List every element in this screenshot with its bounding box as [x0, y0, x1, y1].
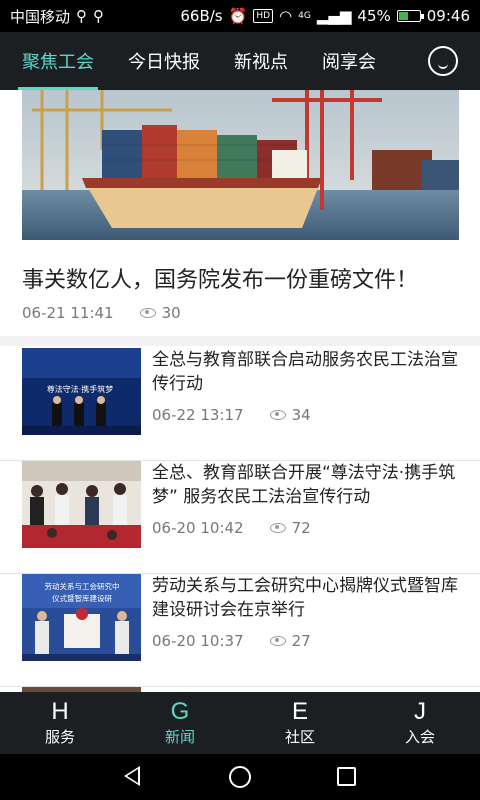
nav-news[interactable]: G 新闻 — [120, 692, 240, 754]
home-icon[interactable] — [229, 766, 251, 788]
nav-label: 社区 — [284, 727, 315, 746]
tab-new-view[interactable]: 新视点 — [234, 32, 288, 90]
recents-icon[interactable] — [337, 767, 356, 786]
news-icon: G — [170, 697, 190, 725]
news-thumbnail: 劳动关系与工会研究中 仪式暨智库建设研 — [22, 574, 141, 661]
bottom-nav: H 服务 G 新闻 E 社区 J 入会 — [0, 692, 480, 754]
news-feed[interactable]: 事关数亿人，国务院发布一份重磅文件！ 06-21 11:41 30 尊法守法·携… — [0, 90, 480, 692]
news-title[interactable]: 全总与教育部联合启动服务农民工法治宣传行动 — [152, 348, 462, 396]
news-date: 06-22 13:17 — [152, 406, 244, 424]
svg-text:仪式暨智库建设研: 仪式暨智库建设研 — [52, 593, 112, 603]
news-meta: 06-20 10:37 27 — [152, 632, 311, 650]
views-icon — [269, 523, 286, 533]
svg-text:劳动关系与工会研究中: 劳动关系与工会研究中 — [45, 581, 120, 591]
news-thumbnail: 尊法守法·携手筑梦 — [22, 348, 141, 435]
news-item[interactable]: 尊法守法·携手筑梦 全总与教育部联合启动服务农民工法治宣传行动 06-22 13… — [0, 348, 480, 461]
service-icon: H — [51, 697, 69, 725]
views-icon — [139, 308, 156, 318]
carrier-label: 中国移动 — [10, 7, 71, 26]
status-bar: 中国移动 ⚲ ⚲ 66B/s ⏰ HD ◠ 4G ▂▄▆ 45% 09:46 — [0, 0, 480, 32]
views-icon — [269, 410, 286, 420]
news-title[interactable]: 全总、教育部联合开展“尊法守法·携手筑梦” 服务农民工法治宣传行动 — [152, 461, 462, 509]
nav-label: 入会 — [404, 727, 435, 746]
tab-reading-club[interactable]: 阅享会 — [322, 32, 376, 90]
wifi-icon: ◠ — [279, 7, 293, 25]
news-item[interactable]: 劳动关系与工会研究中 仪式暨智库建设研 劳动关系与工会研究中心揭牌仪式暨智库建设… — [0, 574, 480, 687]
news-views: 72 — [291, 519, 311, 537]
news-meta: 06-22 13:17 34 — [152, 406, 311, 424]
nav-label: 服务 — [44, 727, 75, 746]
section-divider — [0, 336, 480, 346]
hero-date: 06-21 11:41 — [22, 304, 114, 322]
tab-focus-union[interactable]: 聚焦工会 — [18, 32, 98, 90]
back-icon[interactable] — [124, 766, 140, 786]
category-tab-bar: 聚焦工会 今日快报 新视点 阅享会 — [0, 32, 480, 90]
news-item[interactable]: 全总、教育部联合开展“尊法守法·携手筑梦” 服务农民工法治宣传行动 06-20 … — [0, 461, 480, 574]
hero-headline[interactable]: 事关数亿人，国务院发布一份重磅文件！ — [22, 262, 418, 294]
hero-image[interactable] — [22, 90, 459, 240]
usb-icon-2: ⚲ — [93, 7, 105, 25]
news-views: 27 — [291, 632, 311, 650]
news-date: 06-20 10:37 — [152, 632, 244, 650]
hero-meta: 06-21 11:41 30 — [22, 304, 181, 322]
nav-label: 新闻 — [164, 727, 195, 746]
hd-icon: HD — [253, 9, 274, 23]
nav-service[interactable]: H 服务 — [0, 692, 120, 754]
community-icon: E — [291, 697, 308, 725]
news-date: 06-20 10:42 — [152, 519, 244, 537]
profile-icon[interactable] — [428, 46, 458, 76]
alarm-icon: ⏰ — [228, 7, 248, 25]
signal-icon: ▂▄▆ — [316, 7, 352, 25]
tab-today-news[interactable]: 今日快报 — [128, 32, 200, 90]
news-thumbnail — [22, 461, 141, 548]
join-icon: J — [414, 697, 426, 725]
svg-text:尊法守法·携手筑梦: 尊法守法·携手筑梦 — [47, 384, 114, 394]
news-title[interactable]: 劳动关系与工会研究中心揭牌仪式暨智库建设研讨会在京举行 — [152, 574, 462, 622]
system-nav-bar — [0, 754, 480, 800]
clock: 09:46 — [426, 7, 470, 25]
network-speed: 66B/s — [180, 7, 223, 25]
network-type: 4G — [298, 11, 311, 21]
usb-icon: ⚲ — [76, 7, 88, 25]
nav-community[interactable]: E 社区 — [240, 692, 360, 754]
views-icon — [269, 636, 286, 646]
battery-percent: 45% — [357, 7, 391, 25]
battery-icon — [396, 10, 424, 22]
news-views: 34 — [291, 406, 311, 424]
nav-join[interactable]: J 入会 — [360, 692, 480, 754]
hero-views: 30 — [161, 304, 181, 322]
news-meta: 06-20 10:42 72 — [152, 519, 311, 537]
